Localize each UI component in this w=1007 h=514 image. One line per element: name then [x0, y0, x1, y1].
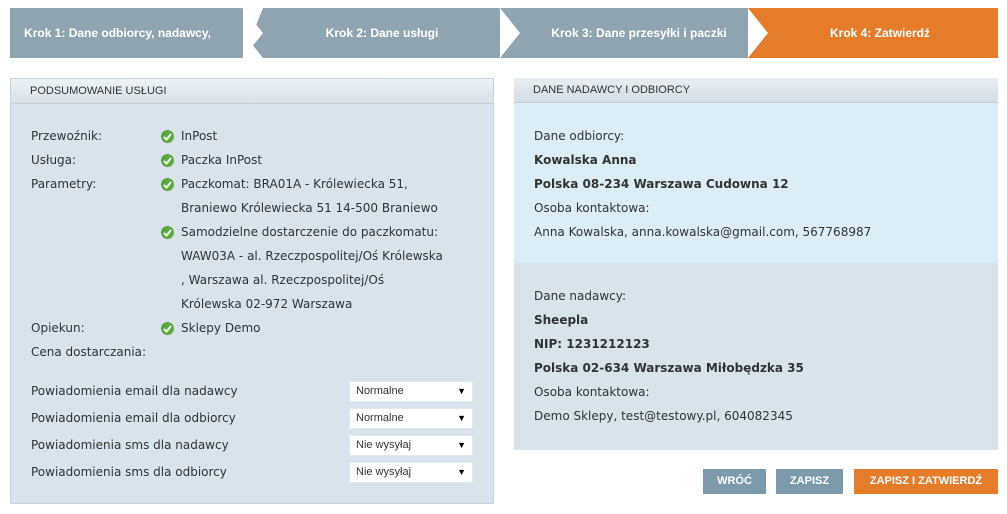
- param2-line1: Samodzielne dostarczenie do paczkomatu:: [181, 225, 439, 239]
- guardian-value: Sklepy Demo: [181, 321, 261, 335]
- carrier-value: InPost: [181, 129, 218, 143]
- sender-name: Sheepla: [534, 313, 589, 327]
- service-value-wrap: Paczka InPost: [161, 153, 263, 167]
- param1-line2: Braniewo Królewiecka 51 14-500 Braniewo: [181, 201, 438, 215]
- notif-email-sender-value: Normalne: [356, 385, 404, 397]
- service-summary-title: PODSUMOWANIE USŁUGI: [11, 79, 493, 104]
- sender-address: Polska 02-634 Warszawa Miłobędzka 35: [534, 361, 804, 375]
- carrier-label: Przewoźnik:: [31, 129, 103, 143]
- step-3-label: Krok 3: Dane przesyłki i paczki: [551, 26, 727, 40]
- step-4[interactable]: Krok 4: Zatwierdź: [748, 8, 998, 58]
- guardian-value-wrap: Sklepy Demo: [161, 321, 261, 335]
- step-2-label: Krok 2: Dane usługi: [325, 26, 439, 40]
- notif-email-recipient-select[interactable]: Normalne ▼: [349, 408, 473, 429]
- dropdown-arrow-icon: ▼: [457, 413, 466, 423]
- notif-sms-sender-select[interactable]: Nie wysyłaj ▼: [349, 435, 473, 456]
- recipient-name: Kowalska Anna: [534, 153, 637, 167]
- recipient-contact-label: Osoba kontaktowa:: [534, 201, 650, 215]
- notif-sms-sender-label: Powiadomienia sms dla nadawcy: [31, 438, 229, 452]
- progress-steps: Krok 1: Dane odbiorcy, nadawcy, Krok 2: …: [10, 8, 998, 58]
- step-3[interactable]: Krok 3: Dane przesyłki i paczki: [500, 8, 778, 58]
- save-and-confirm-button[interactable]: ZAPISZ I ZATWIERDŹ: [854, 469, 998, 494]
- check-icon: [161, 226, 174, 239]
- notif-email-sender-select[interactable]: Normalne ▼: [349, 381, 473, 402]
- param1-wrap: Paczkomat: BRA01A - Królewiecka 51,: [161, 177, 408, 191]
- dropdown-arrow-icon: ▼: [457, 386, 466, 396]
- check-icon: [161, 322, 174, 335]
- sender-nip: NIP: 1231212123: [534, 337, 650, 351]
- check-icon: [161, 154, 174, 167]
- recipient-section: Dane odbiorcy: Kowalska Anna Polska 08-2…: [514, 103, 998, 263]
- step-1-label: Krok 1: Dane odbiorcy, nadawcy,: [24, 26, 211, 40]
- carrier-value-wrap: InPost: [161, 129, 218, 143]
- parties-title: DANE NADAWCY I ODBIORCY: [514, 78, 998, 103]
- price-label: Cena dostarczania:: [31, 345, 147, 359]
- step-1[interactable]: Krok 1: Dane odbiorcy, nadawcy,: [10, 8, 265, 58]
- sender-contact-label: Osoba kontaktowa:: [534, 385, 650, 399]
- sender-contact: Demo Sklepy, test@testowy.pl, 604082345: [534, 409, 793, 423]
- param1-line1: Paczkomat: BRA01A - Królewiecka 51,: [181, 177, 408, 191]
- step-2[interactable]: Krok 2: Dane usługi: [243, 8, 521, 58]
- service-label: Usługa:: [31, 153, 77, 167]
- notif-sms-recipient-value: Nie wysyłaj: [356, 466, 412, 478]
- guardian-label: Opiekun:: [31, 321, 85, 335]
- sender-section: Dane nadawcy: Sheepla NIP: 1231212123 Po…: [514, 263, 998, 450]
- save-button[interactable]: ZAPISZ: [776, 469, 843, 494]
- service-value: Paczka InPost: [181, 153, 263, 167]
- check-icon: [161, 178, 174, 191]
- notif-email-recipient-value: Normalne: [356, 412, 404, 424]
- param2-wrap: Samodzielne dostarczenie do paczkomatu:: [161, 225, 439, 239]
- service-summary-panel: PODSUMOWANIE USŁUGI Przewoźnik: InPost U…: [10, 78, 494, 504]
- notif-email-sender-label: Powiadomienia email dla nadawcy: [31, 384, 238, 398]
- notif-sms-sender-value: Nie wysyłaj: [356, 439, 412, 451]
- notif-sms-recipient-label: Powiadomienia sms dla odbiorcy: [31, 465, 227, 479]
- step-4-label: Krok 4: Zatwierdź: [829, 26, 931, 40]
- parties-panel: DANE NADAWCY I ODBIORCY Dane odbiorcy: K…: [514, 78, 998, 450]
- params-label: Parametry:: [31, 177, 97, 191]
- dropdown-arrow-icon: ▼: [457, 440, 466, 450]
- back-button[interactable]: WRÓĆ: [703, 469, 766, 494]
- recipient-address: Polska 08-234 Warszawa Cudowna 12: [534, 177, 789, 191]
- sender-heading: Dane nadawcy:: [534, 289, 627, 303]
- recipient-contact: Anna Kowalska, anna.kowalska@gmail.com, …: [534, 225, 872, 239]
- check-icon: [161, 130, 174, 143]
- recipient-heading: Dane odbiorcy:: [534, 129, 625, 143]
- notif-sms-recipient-select[interactable]: Nie wysyłaj ▼: [349, 462, 473, 483]
- param2-line2: WAW03A - al. Rzeczpospolitej/Oś Królewsk…: [181, 249, 443, 263]
- dropdown-arrow-icon: ▼: [457, 467, 466, 477]
- param2-line3: , Warszawa al. Rzeczpospolitej/Oś: [181, 273, 385, 287]
- notif-email-recipient-label: Powiadomienia email dla odbiorcy: [31, 411, 236, 425]
- param2-line4: Królewska 02-972 Warszawa: [181, 297, 353, 311]
